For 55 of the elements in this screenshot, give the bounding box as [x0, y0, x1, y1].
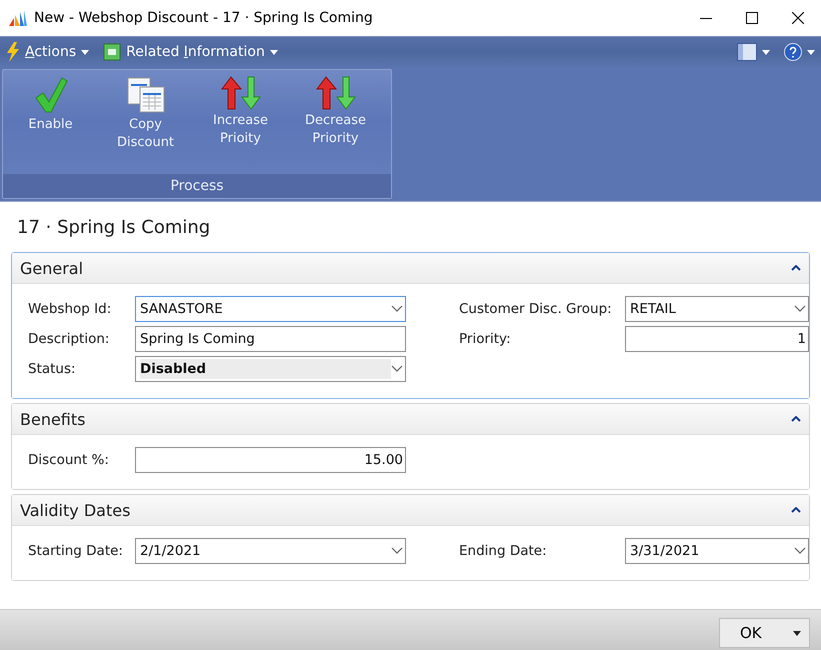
dropdown-field[interactable]: 3/31/2021 — [625, 538, 809, 564]
input-field[interactable]: 15.00 — [135, 447, 406, 473]
field-label: Status: — [28, 361, 77, 377]
close-icon — [792, 12, 804, 24]
caret-icon — [807, 50, 815, 54]
input-field[interactable]: 1 — [625, 326, 809, 352]
ribbon-button[interactable]: Enable — [3, 76, 98, 174]
dropdown-caret-icon[interactable] — [794, 547, 806, 555]
dropdown-caret-icon[interactable] — [391, 305, 403, 313]
checkmark-icon — [34, 76, 68, 114]
caret-icon — [762, 50, 770, 54]
layout-menu-button[interactable] — [737, 43, 770, 61]
field-label: Ending Date: — [459, 543, 548, 559]
menu-item[interactable]: Related Information — [103, 43, 278, 61]
collapse-icon[interactable] — [791, 507, 801, 513]
caret-icon — [270, 50, 278, 54]
caret-icon — [81, 50, 90, 54]
up-down-arrows-icon — [220, 76, 260, 110]
dropdown-field[interactable]: SANASTORE — [135, 296, 406, 322]
ribbon-button[interactable]: Decrease Priority — [288, 76, 383, 174]
field-label: Discount %: — [28, 452, 110, 468]
panel-layout-icon — [737, 43, 757, 61]
copy-documents-icon — [126, 76, 166, 114]
maximize-icon — [746, 12, 758, 24]
field-label: Description: — [28, 331, 110, 347]
form-icon — [103, 43, 122, 61]
help-menu-button[interactable] — [784, 43, 815, 61]
dropdown-caret-icon[interactable] — [391, 365, 403, 373]
group-label: Process — [170, 178, 224, 194]
dropdown-field[interactable]: Disabled — [135, 356, 406, 382]
caret-icon — [793, 630, 801, 636]
field-label: Priority: — [459, 331, 512, 347]
section-header[interactable]: General — [12, 253, 809, 284]
up-down-arrows-icon — [316, 76, 356, 110]
collapse-icon[interactable] — [791, 416, 801, 422]
window-title: New - Webshop Discount - 17 · Spring Is Coming — [34, 10, 374, 26]
page-title: 17 · Spring Is Coming — [17, 217, 210, 238]
section-header[interactable]: Benefits — [12, 404, 809, 435]
menu-item[interactable]: Actions — [6, 42, 90, 62]
collapse-icon[interactable] — [791, 265, 801, 271]
section-header[interactable]: Validity Dates — [12, 495, 809, 526]
dropdown-caret-icon[interactable] — [794, 305, 806, 313]
field-label: Webshop Id: — [28, 301, 112, 317]
lightning-icon — [6, 42, 20, 62]
field-label: Customer Disc. Group: — [459, 301, 613, 317]
dropdown-field[interactable]: 2/1/2021 — [135, 538, 406, 564]
ribbon-button[interactable]: Copy Discount — [98, 76, 193, 174]
dropdown-field[interactable]: RETAIL — [625, 296, 809, 322]
help-icon — [784, 43, 802, 61]
ok-button[interactable]: OK — [719, 618, 810, 648]
ribbon-button[interactable]: Increase Prioity — [193, 76, 288, 174]
input-field[interactable]: Spring Is Coming — [135, 326, 406, 352]
app-logo-icon — [8, 9, 28, 27]
field-label: Starting Date: — [28, 543, 124, 559]
dropdown-caret-icon[interactable] — [391, 547, 403, 555]
